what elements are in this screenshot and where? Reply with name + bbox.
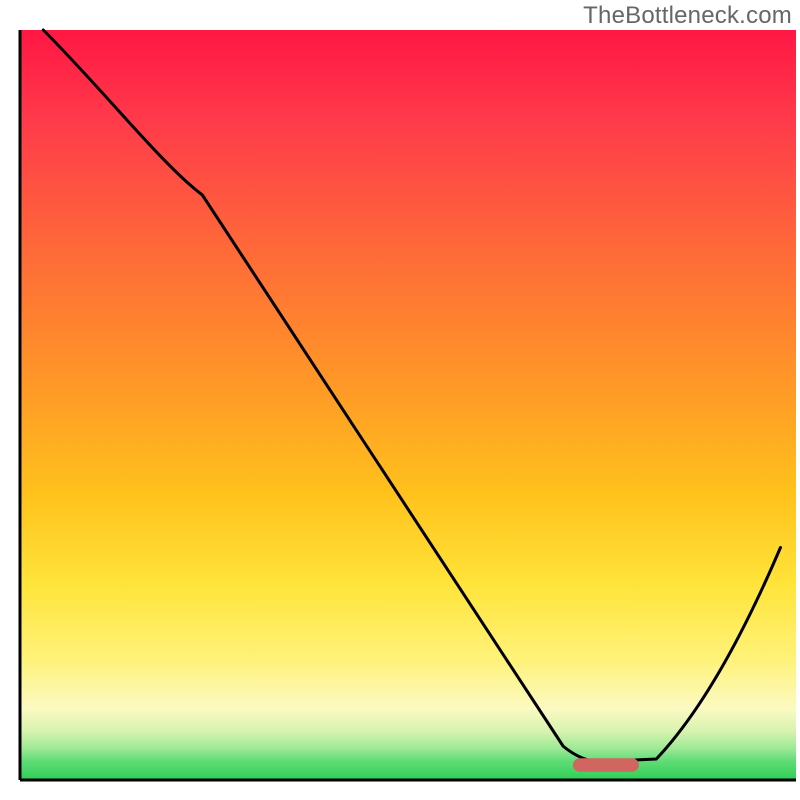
watermark-text: TheBottleneck.com <box>583 2 792 30</box>
chart-canvas <box>0 0 800 800</box>
optimal-marker <box>573 758 639 772</box>
plot-background <box>20 30 796 780</box>
bottleneck-chart: TheBottleneck.com <box>0 0 800 800</box>
